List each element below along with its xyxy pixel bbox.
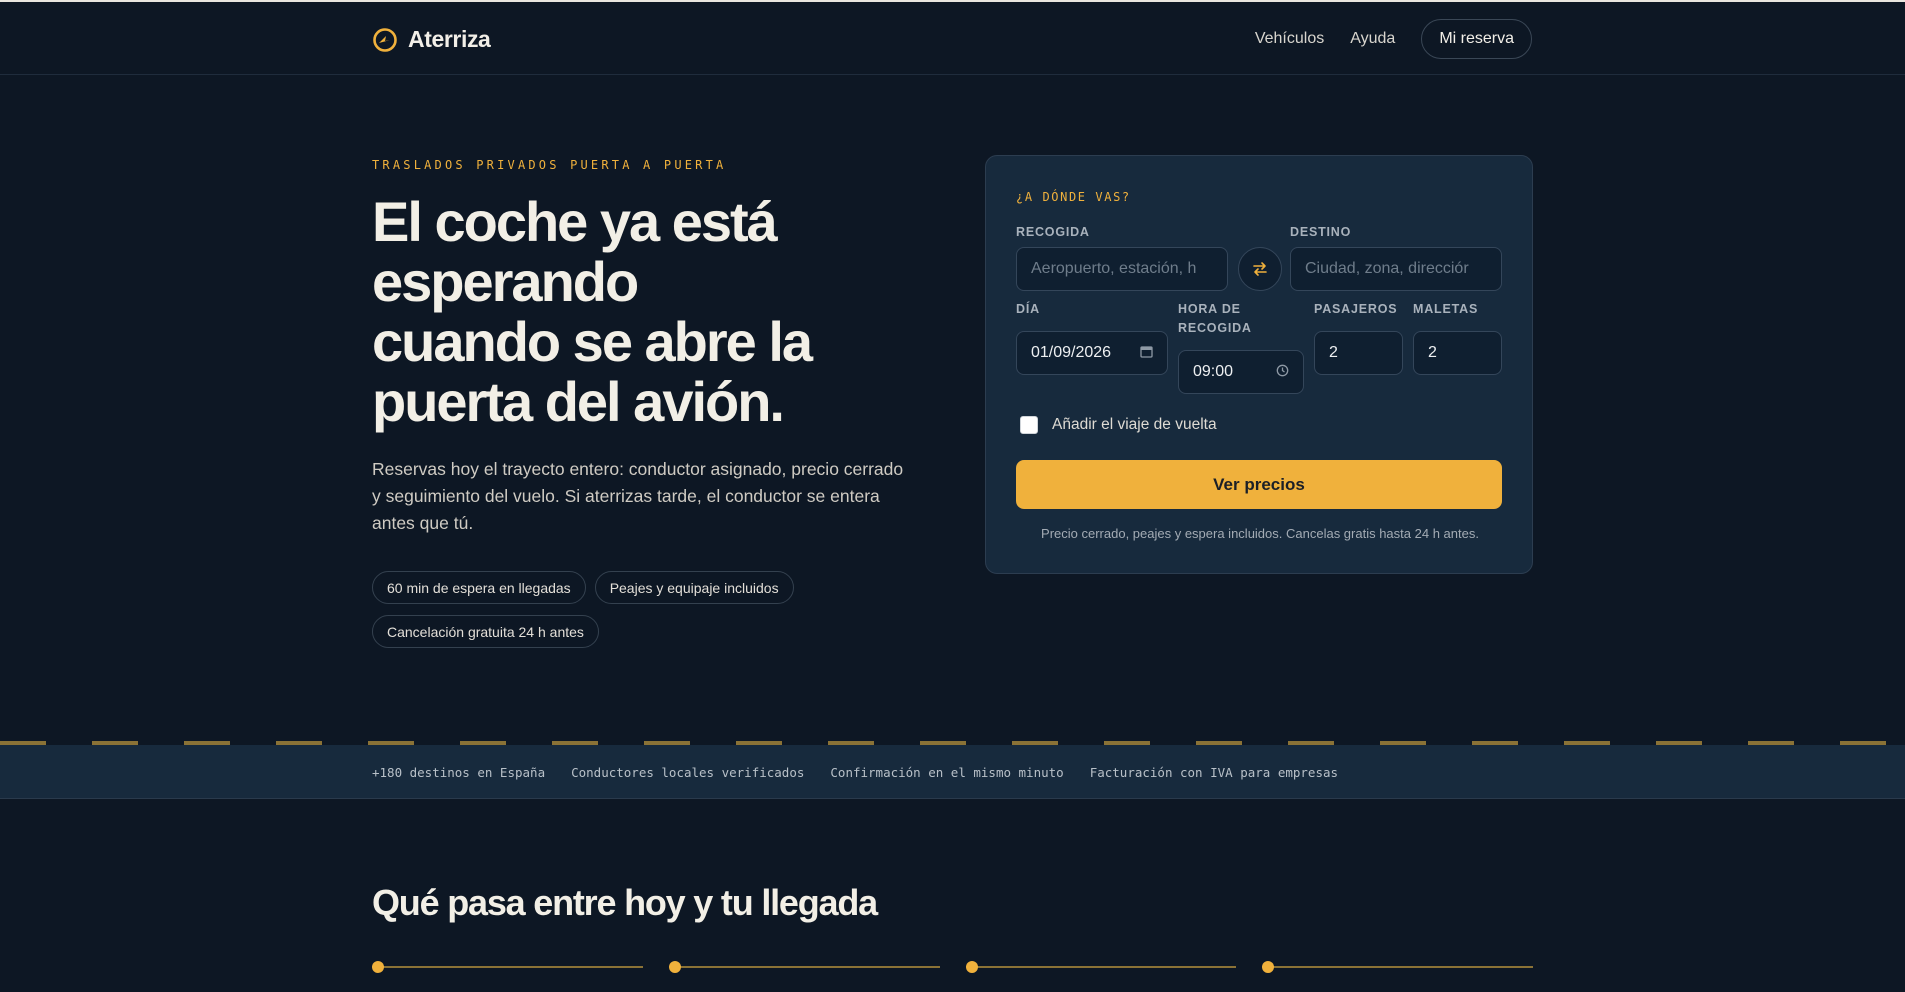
- clock-icon: [1276, 364, 1289, 380]
- return-trip-row: Añadir el viaje de vuelta: [1020, 416, 1217, 434]
- timeline-step: [668, 960, 940, 974]
- return-trip-label[interactable]: Añadir el viaje de vuelta: [1052, 416, 1217, 434]
- swap-locations-button[interactable]: [1238, 247, 1282, 291]
- timeline-line: [378, 966, 643, 968]
- nav-link-vehicles[interactable]: Vehículos: [1255, 30, 1324, 48]
- features-band: +180 destinos en España Conductores loca…: [0, 745, 1905, 799]
- feature-chips: 60 min de espera en llegadas Peajes y eq…: [372, 571, 872, 648]
- timeline-line: [674, 966, 940, 968]
- destination-input[interactable]: Ciudad, zona, direcciór: [1290, 247, 1502, 291]
- day-label: DÍA: [1016, 302, 1040, 316]
- hero-title-line: cuando se abre la: [372, 310, 813, 373]
- timeline-line: [1268, 966, 1533, 968]
- band-item-confirmation: Confirmación en el mismo minuto: [830, 764, 1064, 780]
- band-item-destinations: +180 destinos en España: [372, 764, 546, 780]
- chip-tolls-luggage: Peajes y equipaje incluidos: [594, 571, 794, 604]
- time-value: 09:00: [1193, 363, 1234, 380]
- hero-eyebrow: TRASLADOS PRIVADOS PUERTA A PUERTA: [372, 158, 727, 172]
- band-item-drivers: Conductores locales verificados: [571, 764, 805, 780]
- timeline-dot: [372, 961, 384, 973]
- see-prices-button[interactable]: Ver precios: [1016, 460, 1502, 509]
- luggage-label: MALETAS: [1413, 302, 1479, 316]
- timeline-dot: [1262, 961, 1275, 973]
- pickup-input[interactable]: Aeropuerto, estación, h: [1016, 247, 1228, 291]
- chip-free-cancellation: Cancelación gratuita 24 h antes: [372, 615, 599, 648]
- nav-link-help[interactable]: Ayuda: [1350, 30, 1395, 48]
- timeline-step: [965, 960, 1237, 974]
- booking-note: Precio cerrado, peajes y espera incluido…: [1041, 526, 1479, 541]
- my-reservation-button[interactable]: Mi reserva: [1421, 19, 1532, 59]
- time-label: HORA DE RECOGIDA: [1178, 302, 1252, 335]
- timeline-line: [971, 966, 1237, 968]
- timeline-dot: [965, 961, 978, 973]
- day-input[interactable]: 01/09/2026: [1016, 331, 1168, 375]
- timeline-step: [1262, 960, 1533, 974]
- pickup-label: RECOGIDA: [1016, 225, 1090, 239]
- booking-card: ¿A DÓNDE VAS? RECOGIDA Aeropuerto, estac…: [985, 155, 1533, 574]
- passengers-label: PASAJEROS: [1314, 302, 1398, 316]
- destination-label: DESTINO: [1290, 225, 1352, 239]
- brand-logo-link[interactable]: Aterriza: [372, 26, 491, 53]
- day-value: 01/09/2026: [1031, 344, 1112, 361]
- swap-arrows-icon: [1253, 262, 1267, 276]
- hero-subtitle: Reservas hoy el trayecto entero: conduct…: [372, 459, 904, 533]
- timeline: [372, 960, 1533, 974]
- hero-title-line: esperando: [372, 250, 639, 313]
- luggage-input[interactable]: 2: [1413, 331, 1502, 375]
- timeline-step: [372, 960, 643, 974]
- section-title: Qué pasa entre hoy y tu llegada: [372, 882, 878, 923]
- calendar-icon: [1140, 345, 1153, 361]
- hero-title-line: puerta del avión.: [372, 370, 785, 433]
- brand-name: Aterriza: [408, 26, 491, 52]
- booking-eyebrow: ¿A DÓNDE VAS?: [1016, 190, 1131, 204]
- logo-icon: [373, 27, 397, 52]
- chip-wait-time: 60 min de espera en llegadas: [372, 571, 586, 604]
- main-nav: Vehículos Ayuda Mi reserva: [1255, 19, 1532, 59]
- return-trip-checkbox[interactable]: [1020, 416, 1038, 434]
- site-header: Aterriza Vehículos Ayuda Mi reserva: [0, 2, 1905, 75]
- timeline-dot: [668, 961, 681, 973]
- passengers-input[interactable]: 2: [1314, 331, 1403, 375]
- hero-title-line: El coche ya está: [372, 190, 778, 253]
- hero-title: El coche ya está esperando cuando se abr…: [372, 192, 892, 432]
- time-input[interactable]: 09:00: [1178, 350, 1304, 394]
- band-item-invoicing: Facturación con IVA para empresas: [1089, 764, 1339, 780]
